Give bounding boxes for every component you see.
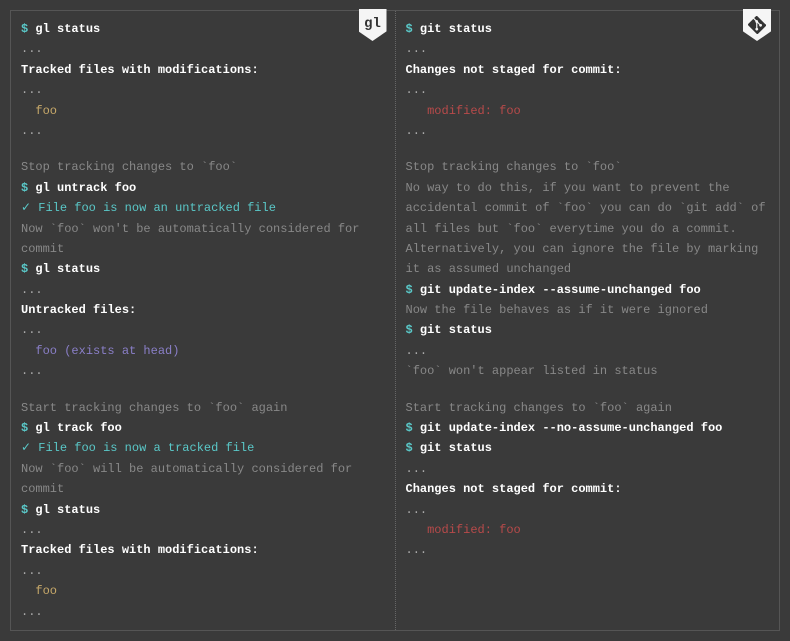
prompt-symbol: $	[406, 441, 420, 455]
terminal-line: ...	[406, 459, 770, 479]
note-line: No way to do this, if you want to preven…	[406, 178, 770, 280]
file-entry: foo (exists at head)	[21, 341, 385, 361]
comment-line: Stop tracking changes to `foo`	[406, 157, 770, 177]
terminal-line: $ git update-index --assume-unchanged fo…	[406, 280, 770, 300]
gl-badge-text: gl	[364, 13, 381, 37]
success-text: File foo is now an untracked file	[31, 201, 276, 215]
terminal-line: $ gl status	[21, 500, 385, 520]
section-heading: Untracked files:	[21, 300, 385, 320]
comment-line: Start tracking changes to `foo` again	[406, 398, 770, 418]
command-text: git update-index --no-assume-unchanged f…	[420, 421, 722, 435]
command-text: git status	[420, 323, 492, 337]
terminal-line: ...	[406, 500, 770, 520]
prompt-symbol: $	[21, 503, 35, 517]
terminal-line: ...	[21, 39, 385, 59]
git-column: $ git status ... Changes not staged for …	[396, 11, 780, 630]
terminal-line: ...	[406, 121, 770, 141]
note-line: `foo` won't appear listed in status	[406, 361, 770, 381]
comment-line: Start tracking changes to `foo` again	[21, 398, 385, 418]
terminal-line: ...	[21, 320, 385, 340]
file-entry: modified: foo	[406, 520, 770, 540]
file-entry: foo	[21, 581, 385, 601]
prompt-symbol: $	[21, 421, 35, 435]
terminal-line: ...	[21, 561, 385, 581]
prompt-symbol: $	[406, 22, 420, 36]
terminal-line: ...	[21, 280, 385, 300]
command-text: git status	[420, 22, 492, 36]
gl-column: gl $ gl status ... Tracked files with mo…	[11, 11, 396, 630]
prompt-symbol: $	[406, 323, 420, 337]
command-text: gl track foo	[35, 421, 121, 435]
terminal-line: $ git status	[406, 320, 770, 340]
checkmark-icon: ✓	[21, 441, 31, 455]
terminal-line: ...	[21, 602, 385, 622]
checkmark-icon: ✓	[21, 201, 31, 215]
terminal-line: ...	[406, 39, 770, 59]
section-heading: Tracked files with modifications:	[21, 540, 385, 560]
terminal-line: $ git update-index --no-assume-unchanged…	[406, 418, 770, 438]
command-text: gl untrack foo	[35, 181, 136, 195]
terminal-line: $ gl status	[21, 259, 385, 279]
command-text: git status	[420, 441, 492, 455]
prompt-symbol: $	[406, 421, 420, 435]
terminal-line: ...	[21, 361, 385, 381]
file-entry: foo	[21, 101, 385, 121]
comment-line: Stop tracking changes to `foo`	[21, 157, 385, 177]
success-line: ✓ File foo is now a tracked file	[21, 438, 385, 458]
terminal-line: $ git status	[406, 19, 770, 39]
prompt-symbol: $	[21, 22, 35, 36]
file-entry: modified: foo	[406, 101, 770, 121]
command-text: gl status	[35, 262, 100, 276]
command-text: gl status	[35, 22, 100, 36]
terminal-line: $ gl status	[21, 19, 385, 39]
prompt-symbol: $	[21, 262, 35, 276]
comparison-container: gl $ gl status ... Tracked files with mo…	[10, 10, 780, 631]
git-icon	[748, 16, 766, 34]
success-line: ✓ File foo is now an untracked file	[21, 198, 385, 218]
prompt-symbol: $	[21, 181, 35, 195]
terminal-line: ...	[406, 341, 770, 361]
success-text: File foo is now a tracked file	[31, 441, 254, 455]
section-heading: Changes not staged for commit:	[406, 60, 770, 80]
note-line: Now `foo` won't be automatically conside…	[21, 219, 385, 260]
terminal-line: ...	[21, 121, 385, 141]
section-heading: Changes not staged for commit:	[406, 479, 770, 499]
terminal-line: $ git status	[406, 438, 770, 458]
prompt-symbol: $	[406, 283, 420, 297]
terminal-line: $ gl untrack foo	[21, 178, 385, 198]
section-heading: Tracked files with modifications:	[21, 60, 385, 80]
terminal-line: ...	[406, 80, 770, 100]
command-text: git update-index --assume-unchanged foo	[420, 283, 701, 297]
note-line: Now the file behaves as if it were ignor…	[406, 300, 770, 320]
terminal-line: ...	[21, 80, 385, 100]
note-line: Now `foo` will be automatically consider…	[21, 459, 385, 500]
terminal-line: ...	[406, 540, 770, 560]
command-text: gl status	[35, 503, 100, 517]
terminal-line: $ gl track foo	[21, 418, 385, 438]
terminal-line: ...	[21, 520, 385, 540]
